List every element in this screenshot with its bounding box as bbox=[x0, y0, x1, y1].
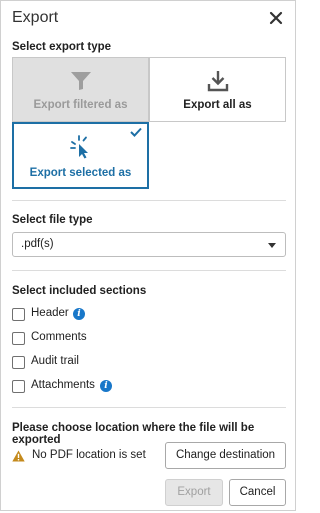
section-header-row: Header i bbox=[12, 307, 102, 323]
attachments-checkbox[interactable] bbox=[12, 380, 25, 393]
header-label: Header bbox=[31, 307, 69, 319]
export-type-label: Select export type bbox=[12, 41, 112, 53]
cursor-click-icon bbox=[69, 135, 88, 159]
export-filtered-label: Export filtered as bbox=[33, 99, 128, 111]
export-all-label: Export all as bbox=[183, 99, 252, 111]
audit-trail-label: Audit trail bbox=[31, 355, 79, 367]
divider bbox=[12, 200, 286, 201]
checkmark-icon bbox=[130, 127, 142, 137]
export-selected-label: Export selected as bbox=[29, 167, 132, 179]
audit-trail-checkbox[interactable] bbox=[12, 356, 25, 369]
info-icon[interactable]: i bbox=[73, 308, 85, 320]
warning-text: No PDF location is set bbox=[32, 449, 146, 461]
chevron-down-icon bbox=[268, 243, 276, 248]
attachments-label: Attachments bbox=[31, 379, 95, 391]
section-comments-row: Comments bbox=[12, 331, 102, 347]
export-dialog: Export Select export type Export filtere… bbox=[0, 0, 296, 511]
section-audit-trail-row: Audit trail bbox=[12, 355, 102, 371]
sections-label: Select included sections bbox=[12, 285, 147, 297]
file-type-label: Select file type bbox=[12, 214, 93, 226]
info-icon[interactable]: i bbox=[100, 380, 112, 392]
export-selected-option[interactable]: Export selected as bbox=[12, 122, 149, 189]
export-filtered-option[interactable]: Export filtered as bbox=[12, 57, 149, 122]
export-button[interactable]: Export bbox=[165, 479, 223, 506]
cancel-button[interactable]: Cancel bbox=[229, 479, 286, 506]
download-icon bbox=[207, 71, 228, 92]
comments-label: Comments bbox=[31, 331, 87, 343]
file-type-value: .pdf(s) bbox=[21, 238, 54, 250]
export-all-option[interactable]: Export all as bbox=[149, 57, 286, 122]
close-icon[interactable] bbox=[268, 10, 284, 26]
file-type-select[interactable]: .pdf(s) bbox=[12, 232, 286, 257]
warning-icon bbox=[12, 450, 25, 462]
dialog-title: Export bbox=[12, 9, 59, 26]
comments-checkbox[interactable] bbox=[12, 332, 25, 345]
header-checkbox[interactable] bbox=[12, 308, 25, 321]
change-destination-button[interactable]: Change destination bbox=[165, 442, 286, 469]
section-attachments-row: Attachments i bbox=[12, 379, 122, 395]
filter-icon bbox=[70, 72, 91, 90]
export-type-options: Export filtered as Export all as Export … bbox=[12, 57, 286, 189]
divider bbox=[12, 407, 286, 408]
divider bbox=[12, 270, 286, 271]
